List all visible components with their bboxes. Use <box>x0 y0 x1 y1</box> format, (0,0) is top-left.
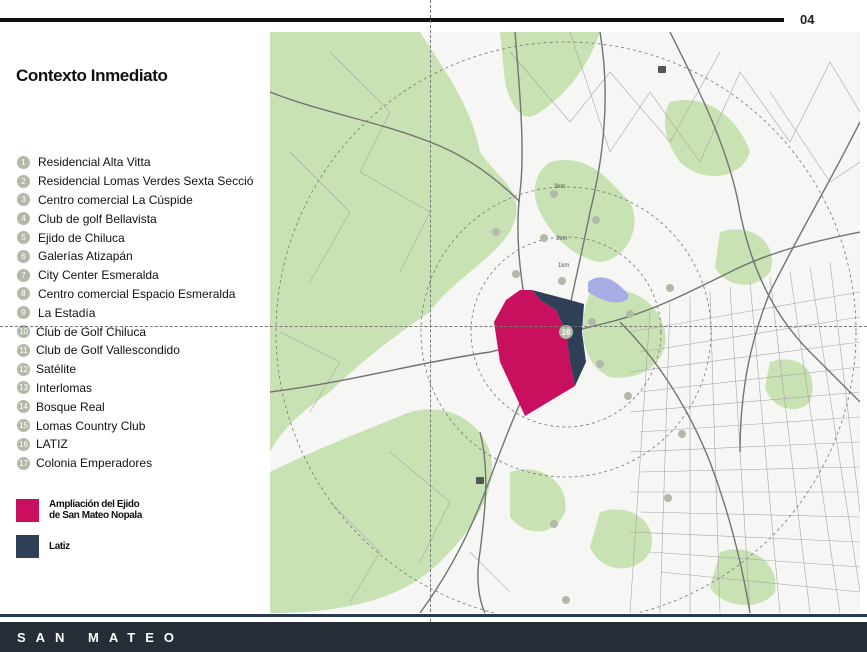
poi-label: Club de Golf Vallescondido <box>36 343 180 358</box>
poi-item-16: 16 LATIZ <box>17 435 253 454</box>
poi-number-badge: 16 <box>17 437 30 451</box>
poi-number-badge: 3 <box>17 193 30 207</box>
top-rule <box>0 18 784 22</box>
poi-label: Colonia Emperadores <box>36 456 153 471</box>
poi-label: Bosque Real <box>36 399 105 414</box>
site-marker-label: 16 <box>562 328 571 337</box>
map-poi-marker[interactable] <box>666 284 674 292</box>
poi-number-badge: 7 <box>17 268 30 282</box>
poi-item-7: 7 City Center Esmeralda <box>17 266 253 285</box>
legend-label-line1: Latiz <box>49 541 70 552</box>
poi-number-badge: 11 <box>17 343 30 357</box>
map-legend: Ampliación del Ejido de San Mateo Nopala… <box>16 499 142 571</box>
footer-bar: SAN MATEO <box>0 622 867 652</box>
poi-item-5: 5 Ejido de Chiluca <box>17 228 253 247</box>
context-map[interactable]: 3km 2km 1km 16 <box>270 32 860 613</box>
map-poi-marker[interactable] <box>540 234 548 242</box>
footer-brand: SAN MATEO <box>17 630 185 645</box>
poi-item-11: 11 Club de Golf Vallescondido <box>17 341 253 360</box>
map-poi-marker[interactable] <box>562 596 570 604</box>
map-canvas: 3km 2km 1km 16 <box>270 32 860 613</box>
poi-label: Residencial Alta Vitta <box>38 155 151 170</box>
poi-list: 1 Residencial Alta Vitta 2 Residencial Lom… <box>17 153 253 473</box>
page-title: Contexto Inmediato <box>16 66 168 85</box>
layout-guide-horizontal <box>0 326 867 327</box>
poi-number-badge: 9 <box>17 306 30 320</box>
ring-label-2km: 2km <box>556 236 567 242</box>
poi-label: Club de golf Bellavista <box>38 211 157 226</box>
poi-item-14: 14 Bosque Real <box>17 397 253 416</box>
map-poi-marker[interactable] <box>592 216 600 224</box>
poi-label: Ejido de Chiluca <box>38 230 125 245</box>
poi-number-badge: 6 <box>17 249 30 263</box>
poi-label: La Estadía <box>38 305 96 320</box>
map-poi-marker[interactable] <box>558 277 566 285</box>
poi-label: Galerías Atizapán <box>38 249 133 264</box>
poi-label: Centro comercial Espacio Esmeralda <box>38 286 236 301</box>
poi-label: Satélite <box>36 362 77 377</box>
map-poi-marker[interactable] <box>624 392 632 400</box>
map-poi-marker[interactable] <box>550 520 558 528</box>
poi-number-badge: 15 <box>17 419 30 433</box>
map-poi-marker[interactable] <box>626 310 634 318</box>
poi-number-badge: 4 <box>17 212 30 226</box>
poi-item-17: 17 Colonia Emperadores <box>17 454 253 473</box>
poi-number-badge: 8 <box>17 287 30 301</box>
poi-label: Lomas Country Club <box>36 418 146 433</box>
poi-item-3: 3 Centro comercial La Cúspide <box>17 191 253 210</box>
map-poi-marker[interactable] <box>664 494 672 502</box>
legend-label-latiz: Latiz <box>49 541 70 552</box>
poi-number-badge: 12 <box>17 362 30 376</box>
poi-number-badge: 10 <box>17 325 30 339</box>
map-poi-marker[interactable] <box>596 360 604 368</box>
legend-label-ampliacion: Ampliación del Ejido de San Mateo Nopala <box>49 499 142 521</box>
page-number: 04 <box>800 12 815 27</box>
map-poi-marker[interactable] <box>588 318 596 326</box>
poi-number-badge: 14 <box>17 400 30 414</box>
map-poi-marker[interactable] <box>512 270 520 278</box>
poi-label: Residencial Lomas Verdes Sexta Secció <box>38 174 254 189</box>
poi-item-8: 8 Centro comercial Espacio Esmeralda <box>17 285 253 304</box>
legend-label-line2: de San Mateo Nopala <box>49 510 142 521</box>
poi-item-12: 12 Satélite <box>17 360 253 379</box>
poi-number-badge: 2 <box>17 174 30 188</box>
legend-swatch-latiz <box>16 535 39 558</box>
poi-item-15: 15 Lomas Country Club <box>17 416 253 435</box>
poi-label: Interlomas <box>36 380 93 395</box>
legend-item-ampliacion: Ampliación del Ejido de San Mateo Nopala <box>16 499 142 522</box>
poi-item-10: 10 Club de Golf Chiluca <box>17 322 253 341</box>
poi-item-13: 13 Interlomas <box>17 379 253 398</box>
ring-label-1km: 1km <box>558 263 569 269</box>
poi-label: Centro comercial La Cúspide <box>38 192 193 207</box>
legend-label-line1: Ampliación del Ejido <box>49 499 140 510</box>
poi-item-4: 4 Club de golf Bellavista <box>17 209 253 228</box>
map-highway-shields <box>476 66 666 484</box>
poi-number-badge: 1 <box>17 155 30 169</box>
highway-shield-icon <box>476 477 484 484</box>
poi-item-6: 6 Galerías Atizapán <box>17 247 253 266</box>
highway-shield-icon <box>658 66 666 73</box>
poi-item-9: 9 La Estadía <box>17 303 253 322</box>
map-poi-marker[interactable] <box>678 430 686 438</box>
poi-label: City Center Esmeralda <box>38 268 159 283</box>
map-poi-marker[interactable] <box>550 190 558 198</box>
legend-item-latiz: Latiz <box>16 535 142 558</box>
poi-number-badge: 17 <box>17 456 30 470</box>
poi-number-badge: 5 <box>17 231 30 245</box>
legend-swatch-ampliacion <box>16 499 39 522</box>
poi-item-2: 2 Residencial Lomas Verdes Sexta Secció <box>17 172 253 191</box>
map-poi-marker[interactable] <box>492 228 500 236</box>
footer-rule <box>0 614 867 617</box>
ring-label-3km: 3km <box>554 184 565 190</box>
poi-item-1: 1 Residencial Alta Vitta <box>17 153 253 172</box>
poi-number-badge: 13 <box>17 381 30 395</box>
poi-label: LATIZ <box>36 437 68 452</box>
